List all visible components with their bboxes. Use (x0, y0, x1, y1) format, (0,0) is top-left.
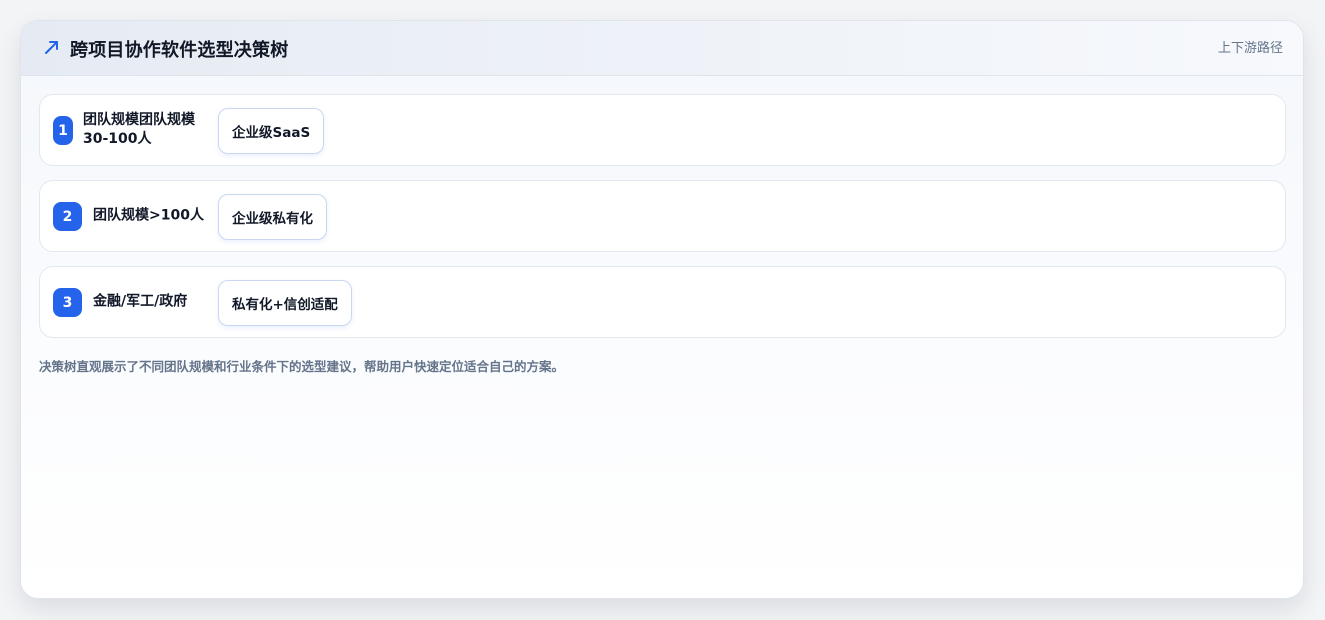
decision-row-2: 2 团队规模>100人 企业级私有化 (39, 180, 1286, 252)
recommendation-option[interactable]: 企业级SaaS (218, 108, 325, 154)
decision-tree-card: 跨项目协作软件选型决策树 上下游路径 1 团队规模团队规模 30-100人 企业… (20, 20, 1304, 599)
condition-label: 金融/军工/政府 (93, 293, 188, 310)
condition-label: 团队规模>100人 (93, 207, 204, 224)
recommendation-option[interactable]: 企业级私有化 (218, 194, 327, 240)
upstream-downstream-link[interactable]: 上下游路径 (1218, 37, 1283, 56)
trend-arrow-icon (43, 38, 61, 56)
decision-row-3: 3 金融/军工/政府 私有化+信创适配 (39, 266, 1286, 338)
footnote: 决策树直观展示了不同团队规模和行业条件下的选型建议，帮助用户快速定位适合自己的方… (39, 359, 565, 374)
recommendation-option[interactable]: 私有化+信创适配 (218, 280, 352, 326)
card-header: 跨项目协作软件选型决策树 上下游路径 (21, 21, 1303, 76)
page-title: 跨项目协作软件选型决策树 (70, 40, 289, 61)
condition-label: 团队规模团队规模 30-100人 (83, 111, 195, 149)
decision-row-1: 1 团队规模团队规模 30-100人 企业级SaaS (39, 94, 1286, 166)
step-number-badge: 3 (53, 288, 82, 317)
condition-line-2: 30-100人 (83, 131, 152, 147)
condition-line-1: 团队规模团队规模 (83, 112, 195, 128)
step-number-badge: 2 (53, 202, 82, 231)
decision-rows: 1 团队规模团队规模 30-100人 企业级SaaS 2 团队规模>100人 企… (39, 94, 1286, 352)
step-number-badge: 1 (53, 116, 73, 145)
